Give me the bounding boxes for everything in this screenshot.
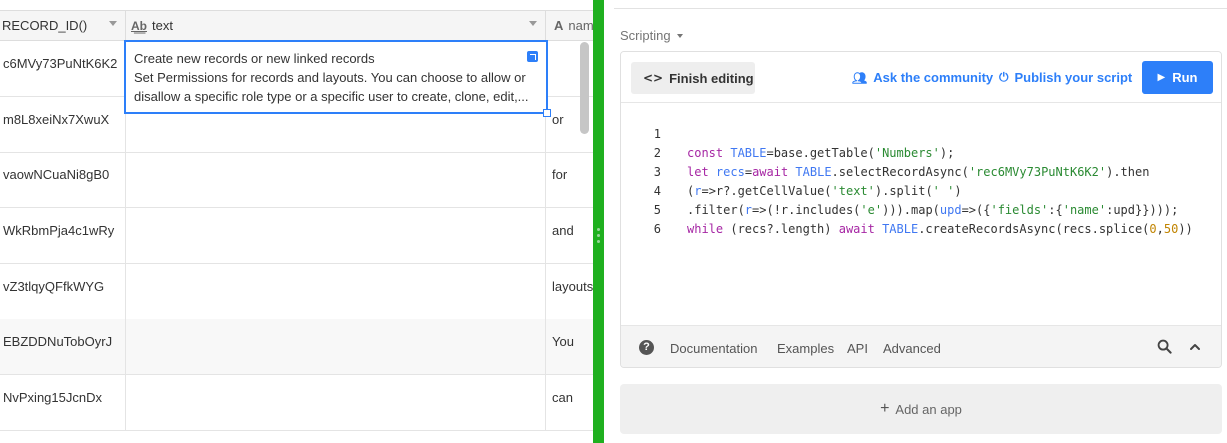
publish-script-label: Publish your script [1014, 70, 1133, 85]
api-link[interactable]: API [847, 341, 868, 356]
code-line[interactable]: 6 [621, 201, 1221, 236]
run-label: Run [1172, 70, 1198, 85]
column-header-label: RECORD_ID() [2, 18, 88, 33]
fill-handle[interactable] [543, 109, 551, 117]
column-header-record-id[interactable]: RECORD_ID() [0, 11, 126, 40]
column-header-label: text [152, 18, 173, 33]
ask-community-button[interactable]: 👥︎ Ask the community [852, 70, 993, 85]
text-cell[interactable] [126, 264, 546, 319]
single-line-text-icon: A [554, 18, 564, 33]
cell-text-line: Create new records or new linked records [134, 51, 375, 66]
advanced-link[interactable]: Advanced [883, 341, 941, 356]
code-line[interactable]: 1 const TABLE=base.getTable('Numbers'); [621, 106, 1221, 160]
ask-community-label: Ask the community [873, 70, 994, 85]
users-icon: 👥︎ [852, 70, 868, 85]
code-line[interactable]: 4 .filter(r=>(!r.includes('e'))).map(upd… [621, 163, 1221, 217]
table-row[interactable]: EBZDDNuTobOyrJ You [0, 319, 593, 375]
text-cell[interactable] [126, 319, 546, 374]
table-row[interactable]: WkRbmPja4c1wRy and [0, 208, 593, 264]
panel-resize-divider[interactable] [593, 0, 604, 443]
records-grid: RECORD_ID() A͟b text A nam c6MVy73PuNtK6… [0, 0, 593, 443]
code-icon: <> [643, 71, 664, 85]
line-number: 6 [653, 222, 661, 236]
expanded-text-cell[interactable]: Create new records or new linked records… [124, 40, 551, 117]
code-line[interactable]: 5 while (recs?.length) await TABLE.creat… [621, 182, 1221, 236]
column-header-name[interactable]: A nam [546, 11, 593, 40]
app-root: RECORD_ID() A͟b text A nam c6MVy73PuNtK6… [0, 0, 1227, 443]
drag-handle-icon[interactable] [597, 228, 600, 248]
name-cell[interactable]: can [546, 375, 593, 430]
scripting-panel: Scripting <> Finish editing 👥︎ Ask the c… [604, 0, 1227, 443]
chevron-down-icon[interactable] [109, 21, 117, 26]
record-id-cell[interactable]: vZ3tlqyQFfkWYG [0, 264, 126, 319]
grid-header: RECORD_ID() A͟b text A nam [0, 10, 593, 41]
name-cell[interactable]: layouts [546, 264, 593, 319]
play-icon: ▶ [1157, 72, 1166, 83]
chevron-down-icon[interactable] [529, 21, 537, 26]
add-app-label: Add an app [895, 401, 962, 417]
documentation-link[interactable]: Documentation [670, 341, 757, 356]
table-row[interactable]: vZ3tlqyQFfkWYG layouts [0, 264, 593, 320]
code-line[interactable]: 2 let recs=await TABLE.selectRecordAsync… [621, 125, 1221, 179]
cell-text-line: disallow a specific role type or a speci… [134, 89, 529, 104]
name-cell[interactable]: You [546, 319, 593, 374]
record-id-cell[interactable]: WkRbmPja4c1wRy [0, 208, 126, 263]
expand-icon[interactable] [527, 51, 538, 62]
long-text-icon: A͟b [131, 18, 147, 33]
column-header-text[interactable]: A͟b text [126, 11, 546, 40]
code-editor[interactable]: 1 const TABLE=base.getTable('Numbers'); … [621, 103, 1221, 325]
name-cell[interactable]: and [546, 208, 593, 263]
power-icon: ⏻ [999, 70, 1009, 84]
record-id-cell[interactable]: NvPxing15JcnDx [0, 375, 126, 430]
table-row[interactable]: NvPxing15JcnDx can [0, 375, 593, 431]
caret-down-icon [676, 33, 683, 38]
cell-text-line: Set Permissions for records and layouts.… [134, 70, 526, 85]
add-app-button[interactable]: + Add an app [620, 384, 1222, 434]
documentation-bar: ? Documentation Examples API Advanced [621, 325, 1221, 367]
run-button[interactable]: ▶ Run [1142, 61, 1213, 94]
code-text: while (recs?.length) await TABLE.createR… [687, 222, 1193, 236]
name-cell[interactable]: for [546, 152, 593, 207]
finish-editing-button[interactable]: <> Finish editing [631, 62, 755, 94]
record-id-cell[interactable]: vaowNCuaNi8gB0 [0, 152, 126, 207]
table-row[interactable]: vaowNCuaNi8gB0 for [0, 152, 593, 208]
app-title: Scripting [620, 28, 671, 43]
chevron-up-icon[interactable] [1189, 341, 1201, 353]
record-id-cell[interactable]: c6MVy73PuNtK6K2 [0, 41, 126, 96]
record-id-cell[interactable]: m8L8xeiNx7XwuX [0, 97, 126, 152]
plus-icon: + [880, 400, 890, 417]
publish-script-button[interactable]: ⏻ Publish your script [999, 70, 1132, 85]
help-icon[interactable]: ? [639, 340, 654, 355]
divider-line [614, 8, 1227, 9]
vertical-scrollbar[interactable] [580, 42, 589, 134]
app-title-dropdown[interactable]: Scripting [620, 28, 683, 43]
text-cell[interactable] [126, 375, 546, 430]
examples-link[interactable]: Examples [777, 341, 834, 356]
code-line[interactable]: 3 (r=>r?.getCellValue('text').split(' ') [621, 144, 1221, 198]
editor-toolbar: <> Finish editing 👥︎ Ask the community ⏻… [621, 52, 1221, 103]
finish-editing-label: Finish editing [669, 70, 754, 86]
search-icon[interactable] [1157, 339, 1172, 354]
text-cell[interactable] [126, 208, 546, 263]
script-editor: <> Finish editing 👥︎ Ask the community ⏻… [620, 51, 1222, 368]
record-id-cell[interactable]: EBZDDNuTobOyrJ [0, 319, 126, 374]
text-cell[interactable] [126, 152, 546, 207]
column-header-label: nam [568, 18, 593, 33]
